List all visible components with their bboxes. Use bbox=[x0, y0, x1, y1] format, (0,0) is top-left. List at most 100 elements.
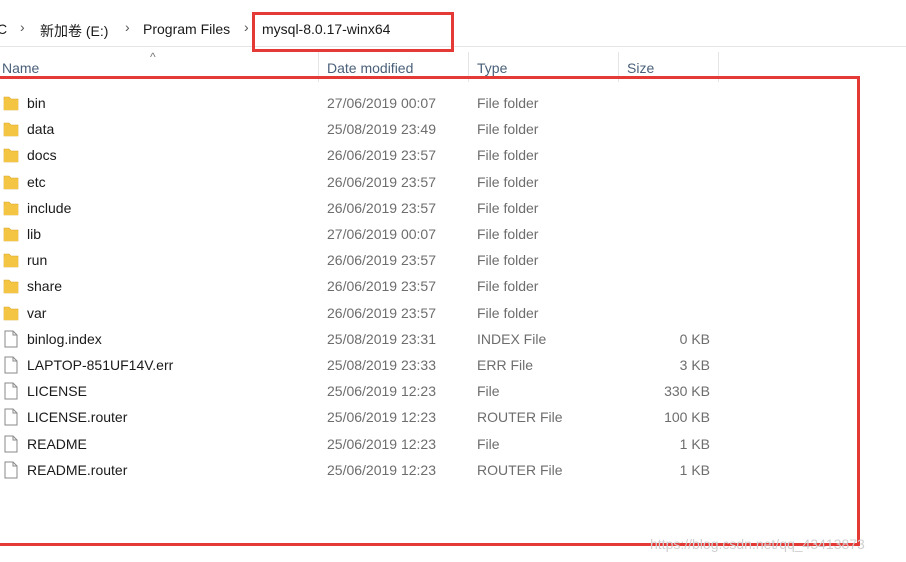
file-row[interactable]: etc 26/06/2019 23:57 File folder bbox=[0, 169, 906, 195]
sort-ascending-icon: ^ bbox=[150, 50, 156, 64]
file-row[interactable]: LAPTOP-851UF14V.err 25/08/2019 23:33 ERR F… bbox=[0, 352, 906, 378]
file-row[interactable]: binlog.index 25/08/2019 23:31 INDEX File 0 … bbox=[0, 326, 906, 352]
file-date-modified: 27/06/2019 00:07 bbox=[327, 95, 436, 111]
file-row[interactable]: var 26/06/2019 23:57 File folder bbox=[0, 300, 906, 326]
column-name[interactable]: Name bbox=[2, 60, 39, 76]
file-row[interactable]: docs 26/06/2019 23:57 File folder bbox=[0, 142, 906, 168]
file-name: bin bbox=[27, 95, 46, 111]
file-name: LICENSE bbox=[27, 383, 87, 400]
file-row[interactable]: data 25/08/2019 23:49 File folder bbox=[0, 116, 906, 142]
file-type: File folder bbox=[477, 121, 539, 138]
file-row[interactable]: run 26/06/2019 23:57 File folder bbox=[0, 247, 906, 273]
file-type: File folder bbox=[477, 252, 539, 269]
file-type: ROUTER File bbox=[477, 409, 563, 426]
file-name: binlog.index bbox=[27, 330, 102, 347]
file-icon bbox=[3, 330, 19, 348]
file-row[interactable]: LICENSE 25/06/2019 12:23 File 330 KB bbox=[0, 378, 906, 404]
file-type: File folder bbox=[477, 147, 539, 164]
file-type: File folder bbox=[477, 199, 539, 216]
file-size: 1 KB bbox=[679, 435, 710, 452]
chevron-right-icon[interactable]: › bbox=[244, 19, 249, 35]
file-type: File folder bbox=[477, 278, 539, 295]
file-date-modified: 26/06/2019 23:57 bbox=[327, 173, 436, 190]
folder-icon bbox=[3, 304, 19, 322]
column-divider[interactable] bbox=[718, 52, 719, 82]
file-icon bbox=[3, 461, 19, 479]
file-icon bbox=[3, 382, 19, 400]
file-size: 1 KB bbox=[679, 461, 710, 478]
file-type: File bbox=[477, 383, 500, 400]
folder-icon bbox=[3, 277, 19, 295]
file-type: File bbox=[477, 435, 500, 452]
file-type: ERR File bbox=[477, 357, 534, 373]
chevron-right-icon[interactable]: › bbox=[125, 19, 130, 35]
file-date-modified: 26/06/2019 23:57 bbox=[327, 252, 436, 269]
column-divider[interactable] bbox=[468, 52, 469, 82]
column-type[interactable]: Type bbox=[477, 60, 507, 76]
file-date-modified: 26/06/2019 23:57 bbox=[327, 278, 436, 295]
file-date-modified: 25/06/2019 12:23 bbox=[327, 383, 436, 400]
file-type: File folder bbox=[477, 226, 539, 242]
file-date-modified: 25/06/2019 12:23 bbox=[327, 461, 436, 478]
file-date-modified: 25/06/2019 12:23 bbox=[327, 409, 436, 426]
folder-icon bbox=[3, 146, 19, 164]
breadcrumb-this-pc[interactable]: C bbox=[0, 21, 7, 37]
file-type: File folder bbox=[477, 173, 539, 190]
file-type: File folder bbox=[477, 95, 539, 111]
breadcrumb-drive-e[interactable]: 新加卷 (E:) bbox=[40, 21, 108, 41]
file-name: data bbox=[27, 121, 55, 138]
file-row[interactable]: lib 27/06/2019 00:07 File folder bbox=[0, 221, 906, 247]
file-row[interactable]: share 26/06/2019 23:57 File folder bbox=[0, 273, 906, 299]
file-name: include bbox=[27, 199, 72, 216]
file-icon bbox=[3, 408, 19, 426]
file-name: var bbox=[27, 304, 47, 321]
file-date-modified: 25/06/2019 12:23 bbox=[327, 435, 436, 452]
column-header: ^ Name Date modified Type Size bbox=[0, 48, 906, 82]
file-type: INDEX File bbox=[477, 330, 547, 347]
chevron-right-icon[interactable]: › bbox=[20, 19, 25, 35]
file-name: README.router bbox=[27, 461, 128, 478]
folder-icon bbox=[3, 225, 19, 243]
file-date-modified: 25/08/2019 23:49 bbox=[327, 121, 436, 138]
folder-icon bbox=[3, 251, 19, 269]
folder-icon bbox=[3, 173, 19, 191]
column-divider[interactable] bbox=[618, 52, 619, 82]
file-row[interactable]: README.router 25/06/2019 12:23 ROUTER File… bbox=[0, 457, 906, 483]
file-name: lib bbox=[27, 226, 42, 242]
file-name: etc bbox=[27, 173, 46, 190]
column-divider[interactable] bbox=[318, 52, 319, 82]
folder-icon bbox=[3, 94, 19, 112]
file-date-modified: 26/06/2019 23:57 bbox=[327, 304, 436, 321]
file-row[interactable]: bin 27/06/2019 00:07 File folder bbox=[0, 90, 906, 116]
file-type: File folder bbox=[477, 304, 539, 321]
file-name: LAPTOP-851UF14V.err bbox=[27, 357, 174, 373]
file-name: run bbox=[27, 252, 48, 269]
file-date-modified: 26/06/2019 23:57 bbox=[327, 147, 436, 164]
file-icon bbox=[3, 435, 19, 453]
file-date-modified: 27/06/2019 00:07 bbox=[327, 226, 436, 242]
file-size: 100 KB bbox=[664, 409, 710, 426]
file-size: 3 KB bbox=[679, 357, 710, 373]
file-name: LICENSE.router bbox=[27, 409, 128, 426]
folder-icon bbox=[3, 120, 19, 138]
file-type: ROUTER File bbox=[477, 461, 563, 478]
file-size: 330 KB bbox=[664, 383, 710, 400]
file-date-modified: 25/08/2019 23:31 bbox=[327, 330, 436, 347]
column-size[interactable]: Size bbox=[627, 60, 654, 76]
breadcrumb-program-files[interactable]: Program Files bbox=[143, 21, 230, 37]
file-date-modified: 25/08/2019 23:33 bbox=[327, 357, 436, 373]
file-name: README bbox=[27, 435, 87, 452]
file-row[interactable]: README 25/06/2019 12:23 File 1 KB bbox=[0, 431, 906, 457]
file-name: docs bbox=[27, 147, 57, 164]
file-name: share bbox=[27, 278, 63, 295]
watermark: https://blog.csdn.net/qq_43413873 bbox=[650, 536, 865, 552]
column-date-modified[interactable]: Date modified bbox=[327, 60, 413, 76]
file-date-modified: 26/06/2019 23:57 bbox=[327, 199, 436, 216]
file-row[interactable]: LICENSE.router 25/06/2019 12:23 ROUTER Fil… bbox=[0, 404, 906, 430]
address-bar[interactable]: C › 新加卷 (E:) › Program Files › mysql-8.0… bbox=[0, 12, 906, 47]
file-row[interactable]: include 26/06/2019 23:57 File folder bbox=[0, 195, 906, 221]
file-size: 0 KB bbox=[679, 330, 710, 347]
breadcrumb-current-folder[interactable]: mysql-8.0.17-winx64 bbox=[262, 21, 390, 37]
file-icon bbox=[3, 356, 19, 374]
folder-icon bbox=[3, 199, 19, 217]
